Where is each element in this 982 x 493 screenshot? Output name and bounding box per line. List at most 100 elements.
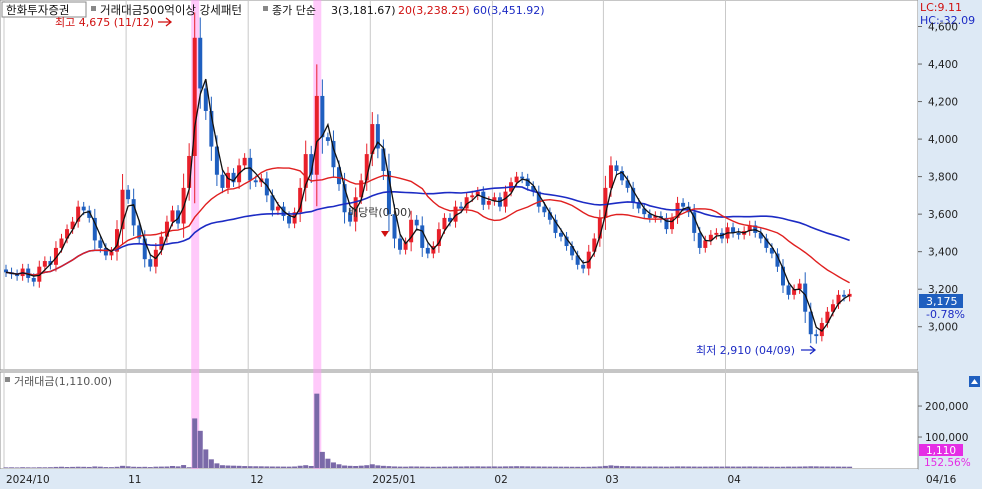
volume-bar (419, 466, 425, 468)
volume-bar (647, 466, 653, 468)
price-tick-label: 4,200 (928, 97, 958, 109)
stock-chart[interactable]: 한화투자증권 거래대금500억이상 강세패턴 종가 단순 3(3,181.67)… (0, 0, 982, 489)
volume-bar (75, 466, 81, 468)
volume-bar (564, 466, 570, 468)
volume-bar (808, 466, 814, 468)
volume-bar (552, 466, 558, 468)
volume-bar (364, 465, 370, 468)
candle-body (581, 264, 586, 269)
volume-bar (747, 466, 753, 468)
volume-bar (641, 466, 647, 468)
volume-bar (630, 466, 636, 468)
volume-bar (47, 467, 53, 468)
volume-bar (558, 466, 564, 468)
volume-bar (797, 466, 803, 468)
candle-body (320, 95, 325, 138)
volume-bar (713, 466, 719, 468)
volume-bar (813, 466, 819, 468)
volume-pct: 152.56% (924, 457, 971, 469)
volume-bar (680, 466, 686, 468)
volume-bar (208, 459, 214, 468)
volume-bar (303, 465, 309, 468)
volume-bar (447, 466, 453, 468)
volume-bar (702, 466, 708, 468)
price-tick-label: 3,000 (928, 322, 958, 334)
volume-bar (92, 466, 98, 468)
volume-bar (763, 466, 769, 468)
volume-bar (791, 466, 797, 468)
volume-bar (719, 466, 725, 468)
volume-bar (319, 451, 325, 468)
volume-bar (497, 466, 503, 468)
volume-bar (769, 466, 775, 468)
volume-bar (602, 465, 608, 468)
candle-body (31, 277, 36, 282)
volume-bar (297, 465, 303, 468)
chart-svg[interactable]: 한화투자증권 거래대금500억이상 강세패턴 종가 단순 3(3,181.67)… (0, 0, 982, 489)
volume-bar (3, 467, 9, 468)
volume-bar (281, 466, 286, 468)
volume-bar (336, 464, 342, 468)
volume-bar (258, 466, 264, 468)
volume-bar (197, 430, 203, 468)
last-change: -0.78% (926, 308, 965, 321)
volume-bar (608, 465, 614, 468)
date-tick-label: 12 (250, 474, 263, 486)
volume-bar (325, 458, 331, 468)
stock-name: 한화투자증권 (6, 3, 69, 17)
candle-body (459, 206, 464, 209)
volume-bar (225, 465, 231, 468)
price-tick-label: 3,800 (928, 172, 958, 184)
volume-bar (164, 466, 170, 468)
candle-body (703, 240, 708, 248)
volume-bar (786, 466, 792, 468)
price-tick-label: 4,400 (928, 59, 958, 71)
date-tick-label: 03 (605, 474, 618, 486)
volume-bar (725, 466, 730, 468)
volume-bar (125, 466, 131, 468)
volume-bar (525, 466, 531, 468)
volume-bar (503, 466, 508, 468)
ma3-label: 3(3,181.67) (331, 4, 396, 17)
volume-bar (414, 466, 420, 468)
volume-bar (64, 467, 70, 468)
volume-bar (536, 466, 542, 468)
candle-body (42, 261, 47, 267)
volume-bar (142, 466, 148, 468)
volume-tick-label: 200,000 (925, 401, 968, 413)
volume-bar (242, 466, 248, 468)
volume-bar (575, 466, 581, 468)
candle-body (81, 206, 86, 211)
volume-bar (253, 466, 259, 468)
volume-bar (308, 465, 314, 468)
candle-body (470, 195, 475, 198)
volume-bar (441, 466, 447, 468)
volume-bar (36, 467, 42, 468)
volume-bar (830, 466, 836, 468)
volume-bar (59, 466, 64, 468)
volume-bar (669, 466, 675, 468)
volume-bar (652, 466, 658, 468)
volume-bar (9, 467, 15, 468)
volume-bar (436, 466, 442, 468)
volume-bar (81, 466, 87, 468)
date-tick-label: 11 (128, 474, 141, 486)
volume-bar (430, 466, 436, 468)
candle-body (314, 95, 319, 175)
volume-bar (314, 393, 320, 468)
ma60-label: 60(3,451.92) (473, 4, 545, 17)
candle-body (797, 283, 802, 290)
volume-bar (464, 466, 470, 468)
volume-bar (380, 465, 386, 468)
volume-bar (286, 466, 292, 468)
volume-bar (53, 466, 59, 468)
volume-bar (469, 466, 475, 468)
axis-panel (918, 0, 982, 489)
volume-panel (0, 371, 919, 470)
volume-bar (819, 466, 825, 468)
volume-bar (586, 466, 592, 468)
volume-bar (392, 466, 397, 468)
volume-bar (802, 466, 808, 468)
price-tick-label: 4,600 (928, 22, 958, 34)
low-annotation: 최저 2,910 (04/09) (696, 344, 795, 357)
